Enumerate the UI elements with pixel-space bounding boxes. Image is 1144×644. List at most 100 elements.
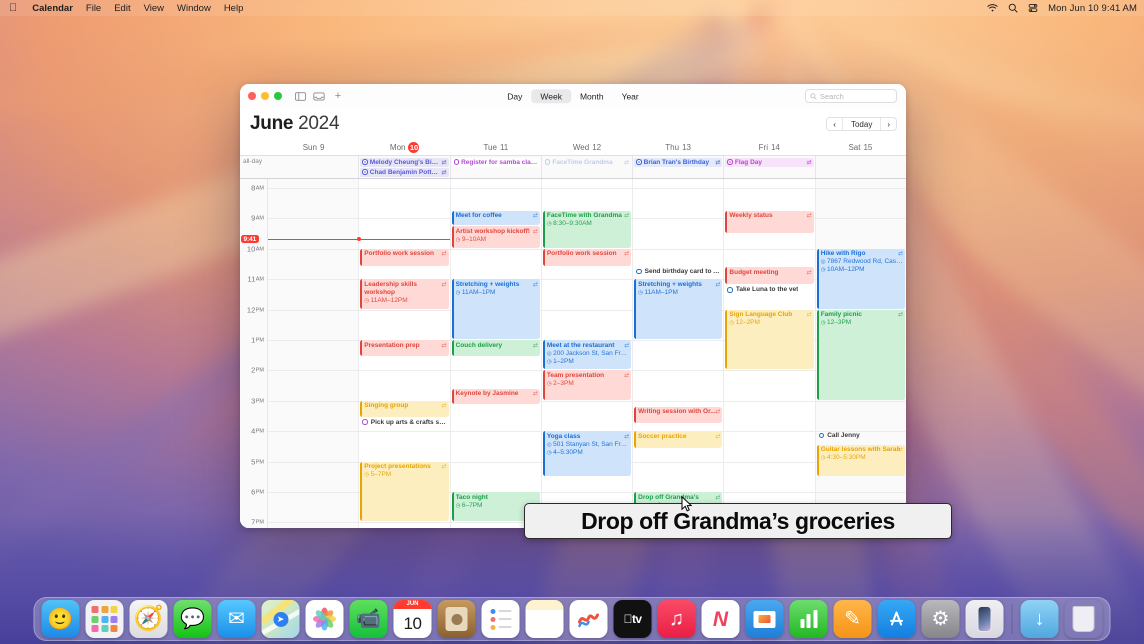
- all-day-column[interactable]: Melody Cheung's Birt... ⇄ Chad Benjamin Po…: [358, 156, 449, 178]
- today-button[interactable]: Today: [843, 118, 882, 130]
- wifi-icon[interactable]: [987, 3, 998, 13]
- reminder-checkbox-icon[interactable]: [362, 419, 368, 425]
- dock-item-freeform[interactable]: [569, 600, 608, 638]
- dock-item-news[interactable]: N: [701, 600, 740, 638]
- all-day-column[interactable]: FaceTime Grandma ⇄: [540, 156, 632, 178]
- tab-week[interactable]: Week: [531, 89, 571, 103]
- day-column-wed[interactable]: FaceTime with Grandma ◷ 8:30–9:30AM ⇄ Portfo…: [540, 179, 633, 528]
- menu-bar-clock[interactable]: Mon Jun 10 9:41 AM: [1048, 3, 1137, 14]
- calendar-event[interactable]: Writing session with Or... ⇄: [634, 406, 723, 423]
- all-day-event[interactable]: Brian Tran's Birthday ⇄: [634, 157, 723, 167]
- day-header-fri[interactable]: Fri 14: [724, 143, 815, 152]
- dock-item-notes[interactable]: [525, 600, 564, 638]
- day-header-mon[interactable]: Mon 10: [359, 142, 450, 153]
- day-column-thu[interactable]: Stretching + weights ◷ 11AM–1PM ⇄ Writing se…: [632, 179, 724, 528]
- calendar-event[interactable]: Weekly status ⇄: [725, 210, 814, 233]
- dock-item-maps[interactable]: ➤: [261, 600, 300, 638]
- day-header-tue[interactable]: Tue 11: [450, 143, 541, 152]
- dock-item-apple-tv[interactable]: tv: [613, 600, 652, 638]
- reminder-checkbox-icon[interactable]: [818, 432, 825, 439]
- calendar-event[interactable]: Guitar lessons with Sarah ◷ 4:30–5:30PM ⇄: [816, 444, 905, 476]
- menu-item-window[interactable]: Window: [177, 3, 211, 14]
- calendar-event[interactable]: Budget meeting ⇄: [725, 267, 814, 285]
- add-event-button[interactable]: +: [332, 90, 344, 102]
- day-column-sun[interactable]: [268, 179, 359, 528]
- dock-item-messages[interactable]: 💬: [173, 600, 212, 638]
- day-column-sat[interactable]: Hike with Rigo ◎ 7867 Redwood Rd, Castr...…: [814, 179, 906, 528]
- day-column-fri[interactable]: Weekly status ⇄ Budget meeting ⇄ Sign Langua…: [723, 179, 815, 528]
- all-day-event[interactable]: FaceTime Grandma ⇄: [542, 157, 632, 167]
- dock-item-pages[interactable]: ✎: [833, 600, 872, 638]
- calendar-event[interactable]: Soccer practice ⇄: [634, 431, 723, 449]
- dock-item-facetime[interactable]: 📹: [349, 600, 388, 638]
- all-day-column[interactable]: [268, 156, 358, 178]
- calendar-event[interactable]: Stretching + weights ◷ 11AM–1PM ⇄: [451, 279, 540, 339]
- tab-month[interactable]: Month: [571, 89, 613, 103]
- menu-item-view[interactable]: View: [144, 3, 164, 14]
- all-day-event[interactable]: Melody Cheung's Birt... ⇄: [360, 157, 449, 167]
- all-day-column[interactable]: Brian Tran's Birthday ⇄: [632, 156, 723, 178]
- dock-item-safari[interactable]: 🧭: [129, 600, 168, 638]
- dock-item-downloads-folder[interactable]: ↓: [1020, 600, 1059, 638]
- sidebar-toggle-icon[interactable]: [294, 90, 306, 102]
- minimize-button[interactable]: [261, 92, 269, 100]
- reminder-item[interactable]: Take Luna to the vet: [725, 285, 813, 294]
- calendar-event[interactable]: Couch delivery ⇄: [451, 340, 540, 356]
- reminder-item[interactable]: Call Jenny: [817, 431, 905, 440]
- calendar-event[interactable]: Yoga class ◎ 501 Stanyan St, San Fran... ◷ 4…: [542, 431, 632, 476]
- calendar-event[interactable]: Portfolio work session ⇄: [542, 248, 632, 267]
- reminder-item[interactable]: Pick up arts & crafts sup...: [360, 418, 448, 427]
- close-button[interactable]: [248, 92, 256, 100]
- calendar-inbox-icon[interactable]: [313, 90, 325, 102]
- tab-year[interactable]: Year: [613, 89, 648, 103]
- calendar-event[interactable]: FaceTime with Grandma ◷ 8:30–9:30AM ⇄: [542, 210, 632, 248]
- all-day-column[interactable]: Flag Day ⇄: [723, 156, 814, 178]
- dock-item-music[interactable]: ♫: [657, 600, 696, 638]
- search-field[interactable]: Search: [805, 89, 897, 103]
- all-day-column[interactable]: [814, 156, 906, 178]
- all-day-event[interactable]: Chad Benjamin Potter... ⇄: [360, 167, 449, 177]
- dock-item-mail[interactable]: ✉: [217, 600, 256, 638]
- control-center-icon[interactable]: [1028, 3, 1038, 13]
- next-week-button[interactable]: ›: [881, 118, 896, 130]
- dock-item-system-settings[interactable]: ⚙: [921, 600, 960, 638]
- dock-item-keynote[interactable]: [745, 600, 784, 638]
- all-day-event[interactable]: Flag Day ⇄: [725, 157, 814, 167]
- calendar-event[interactable]: Leadership skills workshop ◷ 11AM–12PM ⇄: [360, 279, 449, 309]
- dock-item-app-store[interactable]: [877, 600, 916, 638]
- calendar-event[interactable]: Artist workshop kickoff! ◷ 9–10AM ⇄: [451, 226, 540, 248]
- spotlight-search-icon[interactable]: [1008, 3, 1018, 13]
- dock-item-reminders[interactable]: [481, 600, 520, 638]
- calendar-event[interactable]: Keynote by Jasmine ⇄: [451, 388, 540, 405]
- calendar-event[interactable]: Family picnic ◷ 12–3PM ⇄: [816, 309, 905, 400]
- dock-item-photos[interactable]: [305, 600, 344, 638]
- calendar-event[interactable]: Meet at the restaurant ◎ 200 Jackson St, S…: [542, 340, 632, 370]
- day-header-sun[interactable]: Sun 9: [268, 143, 359, 152]
- dock-item-launchpad[interactable]: [85, 600, 124, 638]
- dock-item-contacts[interactable]: [437, 600, 476, 638]
- apple-logo-icon[interactable]: : [9, 2, 17, 14]
- calendar-event[interactable]: Presentation prep ⇄: [360, 340, 449, 356]
- calendar-event[interactable]: Stretching + weights ◷ 11AM–1PM ⇄: [634, 279, 723, 339]
- calendar-event[interactable]: Team presentation ◷ 2–3PM ⇄: [542, 370, 632, 400]
- calendar-grid[interactable]: 8AM 9AM 10AM 11AM 12PM 1PM 2PM 3PM 4PM 5PM 6PM 7PM 9…: [240, 179, 906, 528]
- dock-item-calendar[interactable]: JUN 10: [393, 600, 432, 638]
- reminder-checkbox-icon[interactable]: [636, 268, 642, 275]
- calendar-event[interactable]: Meet for coffee ⇄: [451, 210, 540, 225]
- calendar-event[interactable]: Project presentations ◷ 5–7PM ⇄: [360, 461, 449, 522]
- day-column-mon[interactable]: Portfolio work session ⇄ Leadership skills…: [358, 179, 450, 528]
- dock-item-trash[interactable]: [1065, 600, 1103, 638]
- all-day-column[interactable]: Register for samba class: [449, 156, 541, 178]
- day-column-tue[interactable]: Meet for coffee ⇄ Artist workshop kickoff!…: [449, 179, 541, 528]
- zoom-button[interactable]: [274, 92, 282, 100]
- dock-item-numbers[interactable]: [789, 600, 828, 638]
- menu-item-file[interactable]: File: [86, 3, 101, 14]
- day-header-thu[interactable]: Thu 13: [633, 143, 724, 152]
- day-header-sat[interactable]: Sat 15: [815, 143, 906, 152]
- dock-item-iphone-mirroring[interactable]: [965, 600, 1004, 638]
- all-day-event[interactable]: Register for samba class: [451, 157, 540, 167]
- menu-item-help[interactable]: Help: [224, 3, 244, 14]
- prev-week-button[interactable]: ‹: [827, 118, 843, 130]
- day-header-wed[interactable]: Wed 12: [541, 143, 632, 152]
- calendar-event[interactable]: Singing group ⇄: [360, 400, 449, 417]
